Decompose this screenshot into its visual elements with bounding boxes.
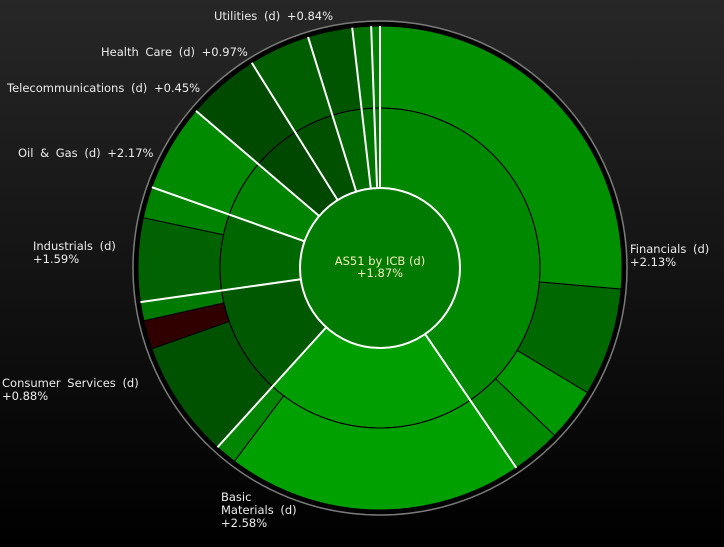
label-financials[interactable]: Financials (d) +2.13%: [630, 243, 709, 269]
label-consumer-services[interactable]: Consumer Services (d) +0.88%: [2, 377, 139, 403]
label-health-care[interactable]: Health Care (d) +0.97%: [101, 46, 248, 59]
label-industrials[interactable]: Industrials (d) +1.59%: [33, 240, 116, 266]
label-basic-materials[interactable]: Basic Materials (d) +2.58%: [221, 491, 301, 530]
center-value: +1.87%: [356, 266, 404, 280]
center-label[interactable]: AS51 by ICB (d) +1.87%: [300, 255, 460, 279]
label-telecommunications[interactable]: Telecommunications (d) +0.45%: [7, 82, 200, 95]
label-oil-gas[interactable]: Oil & Gas (d) +2.17%: [18, 147, 153, 160]
label-utilities[interactable]: Utilities (d) +0.84%: [214, 10, 333, 23]
